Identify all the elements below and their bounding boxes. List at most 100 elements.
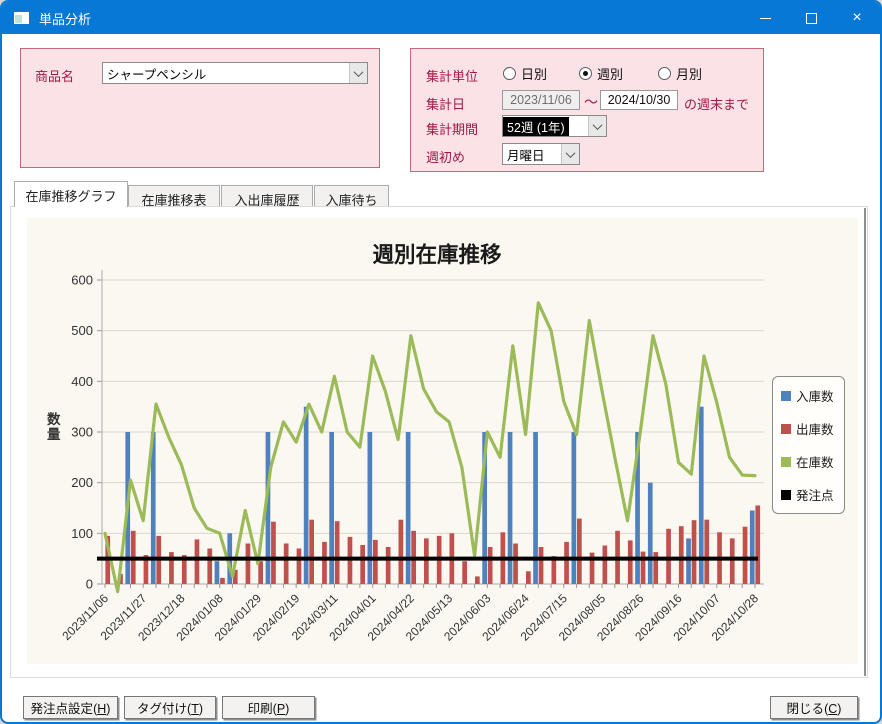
legend-label: 発注点 — [796, 485, 834, 504]
in-bar — [368, 432, 373, 584]
in-bar — [572, 432, 577, 584]
print-button[interactable]: 印刷(P) — [222, 696, 315, 719]
in-bar — [406, 432, 411, 584]
radio-daily[interactable]: 日別 — [503, 64, 547, 83]
radio-weekly[interactable]: 週別 — [579, 64, 623, 83]
out-bar — [360, 545, 365, 584]
period-select[interactable]: 52週 (1年) — [502, 115, 607, 137]
in-bar — [686, 538, 691, 584]
out-bar — [335, 521, 340, 584]
tab-stock-table[interactable]: 在庫推移表 — [128, 185, 220, 207]
window-title: 単品分析 — [39, 9, 91, 28]
y-tick-label: 500 — [71, 323, 93, 338]
out-series-swatch — [781, 424, 791, 434]
tagging-button[interactable]: タグ付け(T) — [124, 696, 216, 719]
out-bar — [513, 544, 518, 585]
close-icon: × — [852, 10, 861, 26]
y-tick-label: 100 — [71, 526, 93, 541]
date-to-field[interactable] — [600, 90, 678, 110]
out-bar — [373, 540, 378, 584]
stock-chart: 週別在庫推移0100200300400500600数量2023/11/06202… — [27, 218, 858, 664]
date-suffix: の週末まで — [684, 94, 749, 113]
tab-awaiting-receipt[interactable]: 入庫待ち — [314, 185, 389, 207]
out-bar — [603, 546, 608, 585]
out-bar — [628, 540, 633, 584]
reorder-series-swatch — [781, 490, 791, 500]
out-bar — [207, 549, 212, 585]
legend-item-out: 出庫数 — [781, 419, 836, 438]
in-bar — [750, 511, 755, 585]
in-series-swatch — [781, 391, 791, 401]
y-tick-label: 200 — [71, 475, 93, 490]
chart-legend: 入庫数 出庫数 在庫数 発注点 — [772, 376, 845, 514]
out-bar — [641, 552, 646, 584]
minimize-icon — [760, 18, 771, 19]
out-bar — [246, 544, 251, 585]
out-bar — [692, 520, 697, 584]
chevron-down-icon[interactable] — [349, 63, 367, 83]
legend-item-stock: 在庫数 — [781, 452, 836, 471]
maximize-button[interactable] — [788, 2, 834, 34]
radio-weekly-circle[interactable] — [579, 67, 592, 80]
out-bar — [539, 547, 544, 584]
out-bar — [220, 578, 225, 584]
chart-panel: 週別在庫推移0100200300400500600数量2023/11/06202… — [27, 218, 858, 664]
out-bar — [743, 527, 748, 584]
in-bar — [533, 432, 538, 584]
out-bar — [475, 576, 480, 584]
period-label: 集計期間 — [426, 119, 478, 138]
legend-item-in: 入庫数 — [781, 386, 836, 405]
out-bar — [679, 526, 684, 584]
y-axis-label: 数量 — [47, 411, 61, 442]
out-bar — [424, 538, 429, 584]
week-start-value: 月曜日 — [503, 145, 561, 164]
date-label: 集計日 — [426, 94, 465, 113]
radio-daily-label: 日別 — [521, 64, 547, 83]
legend-label: 在庫数 — [796, 452, 834, 471]
out-bar — [399, 520, 404, 584]
product-name-label: 商品名 — [35, 66, 74, 85]
app-icon — [14, 12, 29, 24]
window: 単品分析 × 商品名 シャープペンシル 集計単位 日別 週別 月別 集計日 ～ … — [0, 0, 882, 724]
y-tick-label: 400 — [71, 374, 93, 389]
close-dialog-button[interactable]: 閉じる(C) — [770, 696, 858, 719]
legend-item-reorder: 発注点 — [781, 485, 836, 504]
out-bar — [462, 561, 467, 584]
radio-weekly-label: 週別 — [597, 64, 623, 83]
out-bar — [271, 522, 276, 584]
vertical-scrollbar[interactable] — [864, 208, 866, 676]
date-from-field[interactable] — [502, 90, 580, 110]
stock-line — [105, 303, 755, 592]
y-tick-label: 0 — [86, 577, 93, 592]
out-bar — [322, 542, 327, 584]
minimize-button[interactable] — [742, 2, 788, 34]
chevron-down-icon[interactable] — [588, 116, 606, 136]
window-controls: × — [742, 2, 880, 34]
date-separator: ～ — [584, 92, 598, 112]
product-name-select[interactable]: シャープペンシル — [102, 62, 368, 84]
out-bar — [704, 520, 709, 584]
close-button[interactable]: × — [834, 2, 880, 34]
out-bar — [195, 539, 200, 584]
out-bar — [297, 549, 302, 585]
stock-series-swatch — [781, 457, 791, 467]
chevron-down-icon[interactable] — [561, 144, 579, 164]
radio-monthly[interactable]: 月別 — [658, 64, 702, 83]
out-bar — [577, 519, 582, 584]
out-bar — [730, 538, 735, 584]
y-tick-label: 600 — [71, 273, 93, 288]
reorder-point-settings-button[interactable]: 発注点設定(H) — [23, 696, 118, 719]
product-name-value: シャープペンシル — [103, 64, 349, 83]
radio-monthly-circle[interactable] — [658, 67, 671, 80]
week-start-select[interactable]: 月曜日 — [502, 143, 580, 165]
tab-inout-history[interactable]: 入出庫履歴 — [221, 185, 313, 207]
out-bar — [488, 547, 493, 584]
out-bar — [309, 520, 314, 584]
out-bar — [386, 547, 391, 584]
in-bar — [508, 432, 513, 584]
radio-daily-circle[interactable] — [503, 67, 516, 80]
out-bar — [526, 571, 531, 584]
period-value: 52週 (1年) — [503, 117, 569, 136]
tab-stock-graph[interactable]: 在庫推移グラフ — [14, 181, 128, 207]
chart-title: 週別在庫推移 — [372, 242, 502, 267]
